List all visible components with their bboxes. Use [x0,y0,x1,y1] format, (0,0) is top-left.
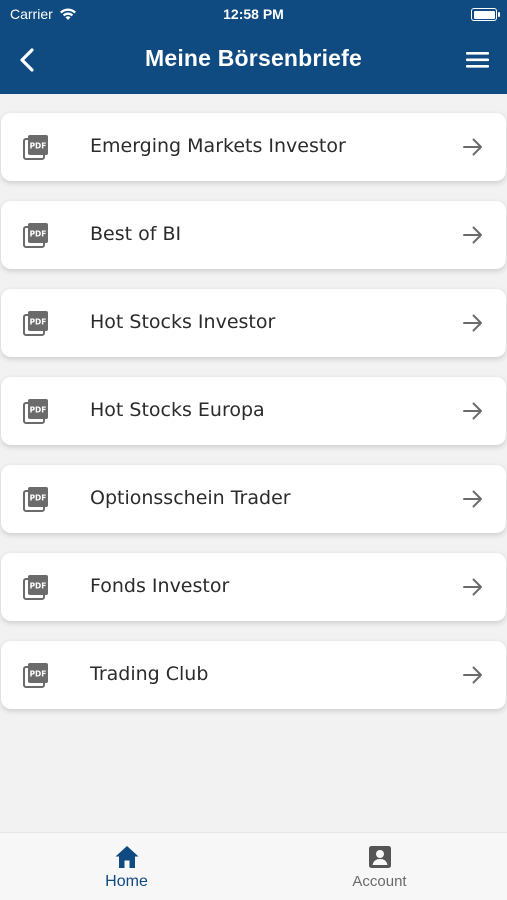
home-icon [115,846,138,868]
pdf-badge-text: PDF [30,582,47,591]
tab-bar: Home Account [0,832,507,900]
tab-account[interactable]: Account [253,833,506,900]
account-icon [368,846,391,868]
pdf-badge-text: PDF [30,318,47,327]
pdf-badge-text: PDF [30,494,47,503]
menu-button[interactable] [465,48,491,72]
newsletter-label: Hot Stocks Europa [90,399,265,421]
arrow-right-icon [463,226,482,244]
tab-account-label: Account [352,873,407,890]
newsletter-label: Optionsschein Trader [90,487,291,509]
newsletter-item-emerging-markets-investor[interactable]: PDF Emerging Markets Investor [1,113,506,181]
pdf-icon: PDF [23,663,48,688]
pdf-icon: PDF [23,223,48,248]
arrow-right-icon [463,490,482,508]
newsletter-item-optionsschein-trader[interactable]: PDF Optionsschein Trader [1,465,506,533]
newsletter-label: Best of BI [90,223,182,245]
status-bar: Carrier 12:58 PM [0,0,507,28]
arrow-right-icon [463,402,482,420]
newsletter-item-best-of-bi[interactable]: PDF Best of BI [1,201,506,269]
pdf-icon: PDF [23,311,48,336]
pdf-badge-text: PDF [30,406,47,415]
arrow-right-icon [463,138,482,156]
arrow-right-icon [463,578,482,596]
arrow-right-icon [463,666,482,684]
pdf-badge-text: PDF [30,230,47,239]
newsletter-label: Hot Stocks Investor [90,311,276,333]
navigation-bar: Meine Börsenbriefe [0,28,507,92]
newsletter-item-trading-club[interactable]: PDF Trading Club [1,641,506,709]
newsletter-label: Trading Club [90,663,209,685]
arrow-right-icon [463,314,482,332]
app-header: Carrier 12:58 PM Meine Börsenbriefe [0,0,507,94]
pdf-icon: PDF [23,135,48,160]
tab-home[interactable]: Home [0,833,253,900]
newsletter-item-hot-stocks-europa[interactable]: PDF Hot Stocks Europa [1,377,506,445]
pdf-badge-text: PDF [30,670,47,679]
pdf-icon: PDF [23,399,48,424]
battery-icon [471,8,500,21]
pdf-icon: PDF [23,575,48,600]
hamburger-menu-icon [466,52,489,68]
newsletter-label: Emerging Markets Investor [90,135,346,157]
newsletter-item-hot-stocks-investor[interactable]: PDF Hot Stocks Investor [1,289,506,357]
page-title: Meine Börsenbriefe [144,45,363,71]
tab-home-label: Home [105,873,148,890]
newsletter-label: Fonds Investor [90,575,230,597]
status-time: 12:58 PM [223,6,284,22]
pdf-icon: PDF [23,487,48,512]
newsletter-item-fonds-investor[interactable]: PDF Fonds Investor [1,553,506,621]
pdf-badge-text: PDF [30,142,47,151]
